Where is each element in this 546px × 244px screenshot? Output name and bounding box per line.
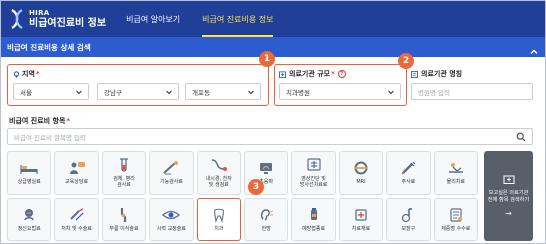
tile-mri[interactable]: MRI [338,151,384,195]
tile-dental[interactable]: 치과 [196,197,241,241]
logo-mark-icon [9,8,25,30]
material-icon [355,208,367,221]
surgery-icon [69,207,84,221]
section-title: 비급여 진료비용 상세 검색 [7,42,91,52]
tile-radiology[interactable]: 영상진단 및 방사선치료료 [291,151,336,195]
bed-icon [20,165,38,175]
tile-vaccination[interactable]: 예방접종료 [291,197,336,241]
tile-label: 무릎 이식술료 [109,225,139,232]
search-icon[interactable] [516,132,526,142]
item-search-placeholder: 비급여 진료비 항목명 입력 [14,133,86,142]
arrow-right-icon: → [505,209,512,219]
tile-label: 내시경, 천자 및 생검료 [205,176,232,189]
item-search-input[interactable]: 비급여 진료비 항목명 입력 [7,128,533,145]
tile-room-fee[interactable]: 상급병실료 [7,151,52,195]
callout-box-1 [7,64,269,106]
tile-function-test[interactable]: 기능검사료 [149,151,194,195]
items-label-text: 비급여 진료비 항목 [9,117,66,125]
tile-label: 치료재료 [351,225,371,232]
tile-physio[interactable]: 물리치료 [433,151,478,195]
certificate-icon [450,208,462,222]
tile-label: 한방 [261,225,271,232]
nav-item-cost-info[interactable]: 비급여 진료비용 정보 [202,1,274,37]
logo-small-text: HIRA [29,8,50,17]
tile-specimen-test[interactable]: 검체, 병리 검사료 [101,151,147,195]
ultrasound-icon [260,163,273,175]
hira-logo[interactable]: HIRA 비급여진료비 정보 [9,8,106,30]
tile-label: MRI [356,179,366,186]
endoscope-icon [211,159,227,171]
tile-label: 제증명 수수료 [441,225,471,232]
top-header: HIRA 비급여진료비 정보 비급여 알아보기 비급여 진료비용 정보 [1,1,545,37]
item-grid: 상급병실료 교육상담료 검체, 병리 검사료 기능검사료 내시경, 천자 및 생… [7,151,478,241]
items-required-mark: * [66,117,71,125]
tile-certificate-fee[interactable]: 제증명 수수료 [433,197,478,241]
hospital-name-label: 의료기관 명칭 [411,69,462,79]
nav-item-about[interactable]: 비급여 알아보기 [126,1,180,37]
collapse-chevron-icon[interactable] [529,42,539,54]
hospital-name-input[interactable]: 병원명 입력 [411,83,533,100]
search-all-items-button[interactable]: 보고싶은 의료기관 전체 항목 검색하기 → [484,151,533,241]
tile-knee-transplant[interactable]: 무릎 이식술료 [101,197,147,241]
logo-title: 비급여진료비 정보 [29,17,107,29]
tile-label: 정신요법료 [17,225,41,232]
tile-label: 시력 교정술료 [156,225,186,232]
knee-icon [120,207,127,222]
tile-injection[interactable]: 주사료 [386,151,431,195]
tile-treatment-material[interactable]: 치료재료 [338,197,384,241]
search-all-items-label: 보고싶은 의료기관 전체 항목 검색하기 [487,189,530,203]
ear-icon [261,208,274,221]
tile-label: 주사료 [401,179,416,186]
hospital-building-icon [503,175,514,184]
tile-label: 치과 [214,225,224,232]
tile-label: 처치 및 수술료 [61,225,92,232]
main-nav: 비급여 알아보기 비급여 진료비용 정보 [126,1,295,37]
tile-vision-correction[interactable]: 시력 교정술료 [149,197,194,241]
callout-badge-2: 2 [398,53,414,69]
tile-label: 상급병실료 [17,179,41,186]
tile-label: 물리치료 [446,179,465,186]
hospital-name-icon [411,70,421,78]
search-form: 지역 * 서울 강남구 개포동 1 의료기관 규모 * ? 치과병원 2 의료기… [1,51,545,243]
tile-label: 보장구 [401,225,416,232]
callout-box-2 [274,64,407,106]
radiology-icon [306,158,321,171]
hospital-name-label-text: 의료기관 명칭 [421,70,463,78]
function-test-icon [163,161,179,175]
items-label: 비급여 진료비 항목 * [9,116,70,126]
tile-oriental[interactable]: 한방 [244,197,289,241]
syringe-icon [401,161,416,175]
physio-icon [448,163,463,173]
brace-icon [402,207,413,222]
callout-badge-3: 3 [248,179,264,195]
tile-brace[interactable]: 보장구 [386,197,431,241]
consult-icon [69,162,85,175]
test-tube-icon [119,158,128,172]
brain-icon [24,208,34,220]
tile-label: 검체, 병리 검사료 [113,176,135,189]
eye-icon [162,210,181,219]
vaccine-icon [310,207,317,220]
mri-icon [353,161,368,175]
callout-badge-1: 1 [259,51,275,67]
tile-label: 기능검사료 [159,179,183,186]
tile-label: 영상진단 및 방사선치료료 [299,176,328,189]
app-frame: HIRA 비급여진료비 정보 비급여 알아보기 비급여 진료비용 정보 비급여 … [0,0,546,244]
tooth-icon [213,208,224,223]
tile-label: 교육상담료 [65,179,89,186]
tile-label: 예방접종료 [302,225,326,232]
tile-endoscopy[interactable]: 내시경, 천자 및 생검료 [196,151,241,195]
tile-consult-fee[interactable]: 교육상담료 [54,151,99,195]
tile-psychotherapy[interactable]: 정신요법료 [7,197,52,241]
tile-surgery[interactable]: 처치 및 수술료 [54,197,99,241]
